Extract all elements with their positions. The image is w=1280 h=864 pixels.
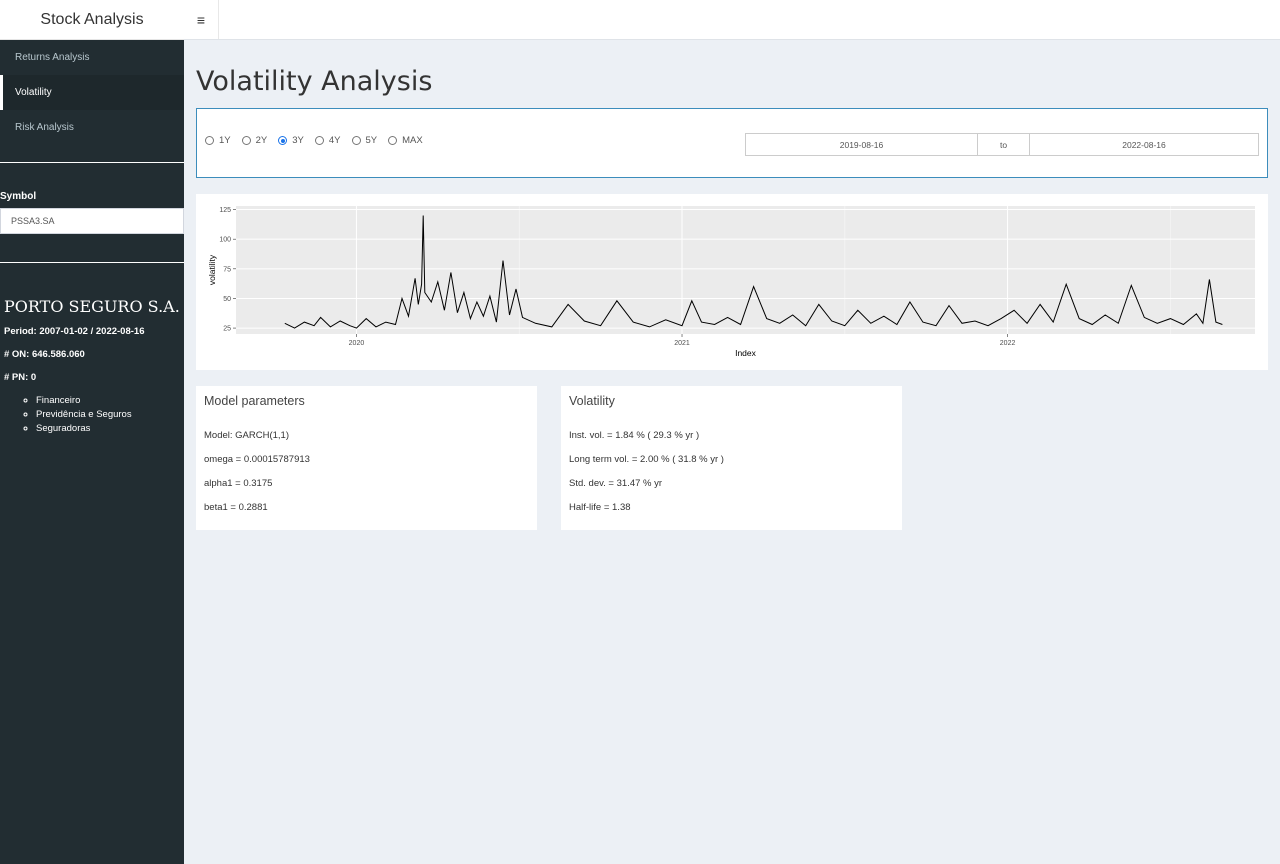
radio-max[interactable]: MAX <box>388 135 423 146</box>
sidebar-item-returns-analysis[interactable]: Returns Analysis <box>0 40 184 75</box>
sidebar-item-risk-analysis[interactable]: Risk Analysis <box>0 110 184 145</box>
y-tick-label: 75 <box>223 266 231 273</box>
radio-label: 1Y <box>219 135 231 146</box>
y-tick-label: 125 <box>219 207 231 214</box>
y-tick-label: 100 <box>219 237 231 244</box>
company-name: PORTO SEGURO S.A. <box>4 297 180 316</box>
plot-panel <box>236 206 1255 334</box>
radio-circle-icon[interactable] <box>205 136 214 145</box>
radio-label: MAX <box>402 135 423 146</box>
model-line: Model: GARCH(1,1) <box>204 430 289 441</box>
x-axis-label: Index <box>735 348 757 358</box>
page-title: Volatility Analysis <box>196 66 433 97</box>
radio-label: 4Y <box>328 135 341 146</box>
radio-label: 2Y <box>255 135 268 146</box>
date-range-separator: to <box>977 134 1030 155</box>
period-text: Period: 2007-01-02 / 2022-08-16 <box>4 326 145 337</box>
symbol-label: Symbol <box>0 191 37 202</box>
radio-circle-icon[interactable] <box>241 136 251 145</box>
sidebar: Returns Analysis Volatility Risk Analysi… <box>0 40 184 864</box>
radio-label: 5Y <box>365 135 378 146</box>
x-tick-label: 2021 <box>674 340 690 347</box>
symbol-input[interactable]: PSSA3.SA <box>0 208 184 234</box>
x-tick-label: 2022 <box>1000 340 1016 347</box>
radio-1y[interactable]: 1Y <box>205 135 231 146</box>
radio-circle-icon[interactable] <box>388 136 398 145</box>
start-date-input[interactable]: 2019-08-16 <box>746 134 977 155</box>
model-parameters-card: Model parameters Model: GARCH(1,1) omega… <box>196 386 537 530</box>
card-title: Volatility <box>569 394 615 408</box>
inst-vol-line: Inst. vol. = 1.84 % ( 29.3 % yr ) <box>569 430 700 441</box>
card-title: Model parameters <box>204 394 305 408</box>
sidebar-item-volatility[interactable]: Volatility <box>0 75 184 110</box>
on-shares-text: # ON: 646.586.060 <box>4 349 85 360</box>
beta1-line: beta1 = 0.2881 <box>204 502 268 513</box>
date-range-input: 2019-08-16 to 2022-08-16 <box>745 133 1259 156</box>
sidebar-toggle-button[interactable]: ≡ <box>184 0 219 39</box>
list-item: Previdência e Seguros <box>36 409 184 420</box>
radio-3y[interactable]: 3Y <box>278 135 304 146</box>
y-tick-label: 25 <box>223 326 231 333</box>
sidebar-item-label: Volatility <box>15 87 52 98</box>
radio-4y[interactable]: 4Y <box>314 135 341 146</box>
x-tick-label: 2020 <box>349 340 365 347</box>
volatility-chart-box: 25 50 75 100 125 2020 2021 2022 Index volatility <box>196 194 1268 370</box>
long-term-vol-line: Long term vol. = 2.00 % ( 31.8 % yr ) <box>569 454 724 465</box>
sidebar-divider <box>0 162 184 163</box>
volatility-chart: 25 50 75 100 125 2020 2021 2022 Index volatility <box>207 206 1255 358</box>
omega-line: omega = 0.00015787913 <box>204 454 310 465</box>
std-dev-line: Std. dev. = 31.47 % yr <box>569 478 663 489</box>
radio-circle-icon[interactable] <box>351 136 361 145</box>
hamburger-icon: ≡ <box>196 11 206 28</box>
list-item: Financeiro <box>36 395 184 406</box>
pn-shares-text: # PN: 0 <box>4 372 37 383</box>
sidebar-divider <box>0 262 184 263</box>
range-radio-group: 1Y 2Y 3Y 4Y 5Y MAX <box>205 135 423 146</box>
end-date-input[interactable]: 2022-08-16 <box>1030 134 1258 155</box>
radio-circle-icon[interactable] <box>278 136 288 145</box>
range-selector-box: 1Y 2Y 3Y 4Y 5Y MAX 2019-08-16 to 2022-08… <box>196 108 1268 178</box>
alpha1-line: alpha1 = 0.3175 <box>204 478 273 489</box>
y-tick-label: 50 <box>223 296 231 303</box>
top-navbar: ≡ <box>184 0 1280 40</box>
sidebar-item-label: Returns Analysis <box>15 52 90 63</box>
radio-2y[interactable]: 2Y <box>241 135 268 146</box>
volatility-card: Volatility Inst. vol. = 1.84 % ( 29.3 % … <box>561 386 902 530</box>
sidebar-menu: Returns Analysis Volatility Risk Analysi… <box>0 40 184 145</box>
radio-5y[interactable]: 5Y <box>351 135 378 146</box>
radio-circle-icon[interactable] <box>314 136 324 145</box>
app-title: Stock Analysis <box>0 0 184 40</box>
sidebar-item-label: Risk Analysis <box>15 122 74 133</box>
sector-list: Financeiro Previdência e Seguros Segurad… <box>0 395 184 434</box>
radio-label: 3Y <box>292 135 304 146</box>
y-axis-label: volatility <box>207 254 217 285</box>
list-item: Seguradoras <box>36 423 184 434</box>
half-life-line: Half-life = 1.38 <box>569 502 631 513</box>
